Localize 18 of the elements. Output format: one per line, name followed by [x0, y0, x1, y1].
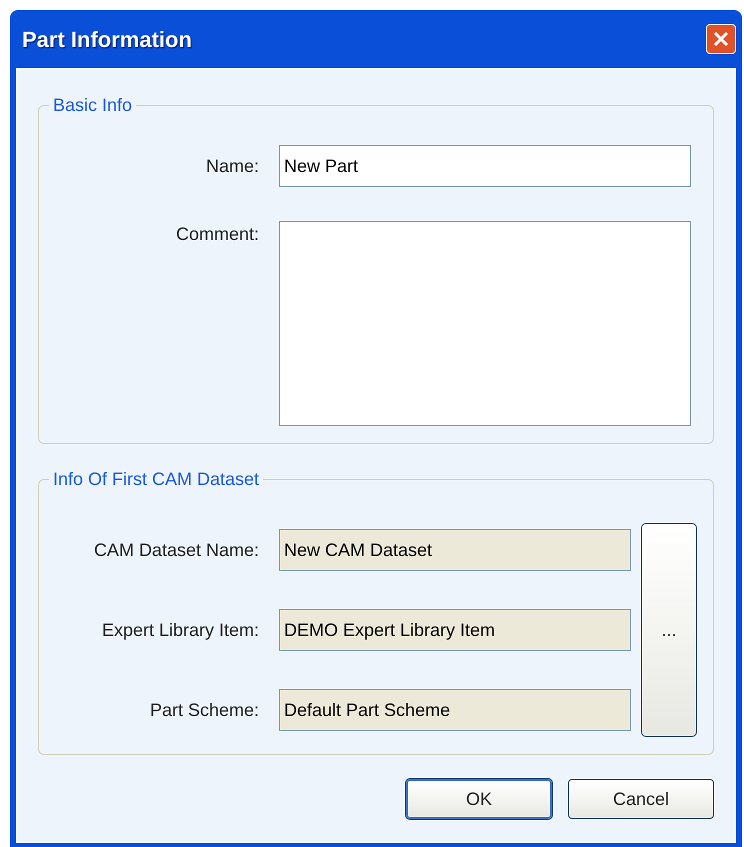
browse-button[interactable]: ...	[641, 523, 697, 737]
field-label: Expert Library Item:	[100, 618, 260, 642]
dialog-button[interactable]: Cancel	[568, 779, 714, 819]
text-field[interactable]: DEMO Expert Library Item	[279, 609, 631, 651]
group-title: Basic Info	[52, 94, 134, 117]
comment-field[interactable]	[279, 221, 691, 426]
text-field[interactable]: New Part	[279, 145, 691, 187]
group-title: Info Of First CAM Dataset	[52, 468, 260, 491]
text-field[interactable]: New CAM Dataset	[279, 529, 631, 571]
field-label: Name:	[204, 154, 260, 178]
text-field[interactable]: Default Part Scheme	[279, 689, 631, 731]
field-label: CAM Dataset Name:	[92, 538, 260, 562]
window-title: Part Information	[22, 26, 192, 54]
field-label: Comment:	[174, 223, 260, 246]
close-button[interactable]	[706, 24, 736, 54]
dialog-button[interactable]: OK	[406, 779, 552, 819]
field-label: Part Scheme:	[148, 698, 260, 722]
close-icon	[712, 30, 730, 48]
